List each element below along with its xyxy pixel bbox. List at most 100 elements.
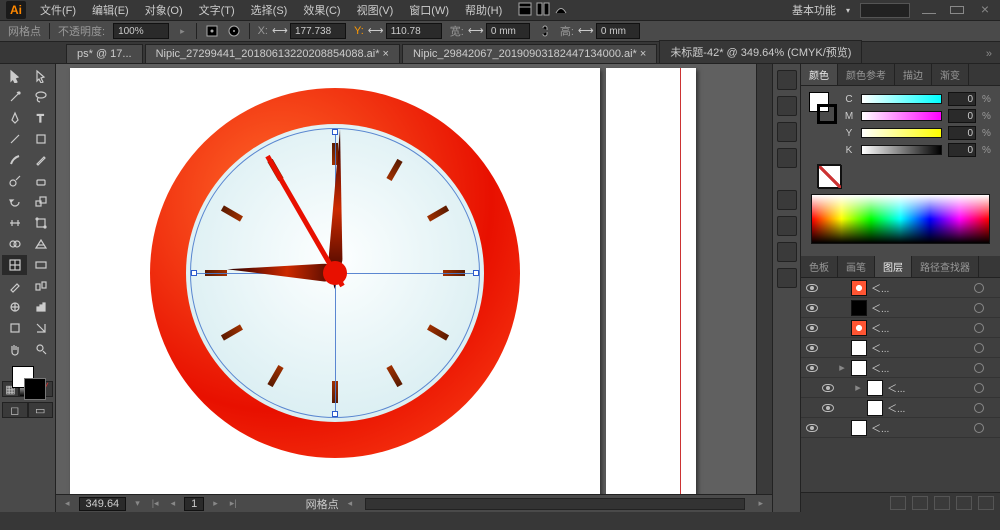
spectrum-picker[interactable] xyxy=(811,194,990,244)
layer-row[interactable]: ＜... xyxy=(801,398,1000,418)
tabs-overflow-icon[interactable]: » xyxy=(978,45,1000,63)
close-button[interactable] xyxy=(976,3,994,17)
menu-help[interactable]: 帮助(H) xyxy=(459,0,508,20)
scrollbar-horizontal[interactable] xyxy=(365,498,745,510)
make-clip-icon[interactable] xyxy=(912,496,928,510)
visibility-icon[interactable] xyxy=(805,361,819,375)
expand-icon[interactable]: ▸ xyxy=(837,361,847,374)
direct-select-tool[interactable] xyxy=(28,66,53,86)
opacity-input[interactable] xyxy=(113,23,169,39)
type-tool[interactable]: T xyxy=(28,108,53,128)
zoom-out-icon[interactable]: ◂ xyxy=(62,498,73,509)
arrange-icon[interactable] xyxy=(530,0,544,14)
h-input[interactable] xyxy=(596,23,640,39)
expand-icon[interactable]: ▸ xyxy=(853,381,863,394)
tab-pathfinder[interactable]: 路径查找器 xyxy=(912,256,979,277)
tab-layers[interactable]: 图层 xyxy=(875,256,912,277)
new-sublayer-icon[interactable] xyxy=(934,496,950,510)
tab-doc-2[interactable]: Nipic_27299441_20180613220208854088.ai* … xyxy=(145,44,400,63)
delete-layer-icon[interactable] xyxy=(978,496,994,510)
menu-effect[interactable]: 效果(C) xyxy=(297,0,346,20)
target-icon[interactable] xyxy=(974,283,984,293)
tab-doc-3[interactable]: Nipic_29842067_20190903182447134000.ai* … xyxy=(402,44,657,63)
visibility-icon[interactable] xyxy=(805,341,819,355)
tab-brushes[interactable]: 画笔 xyxy=(838,256,875,277)
visibility-icon[interactable] xyxy=(805,321,819,335)
first-artboard-icon[interactable]: |◂ xyxy=(149,498,162,509)
link-y-icon[interactable]: ⟷ xyxy=(368,24,382,38)
tab-doc-4[interactable]: 未标题-42* @ 349.64% (CMYK/预览) xyxy=(659,40,862,63)
menu-edit[interactable]: 编辑(E) xyxy=(86,0,135,20)
layer-row[interactable]: ＜... xyxy=(801,298,1000,318)
canvas-area[interactable]: ◂ 349.64 ▾ |◂ ◂ 1 ▸ ▸| 网格点 ◂ ▸ xyxy=(56,64,772,512)
visibility-icon[interactable] xyxy=(805,421,819,435)
layer-row[interactable]: ＜... xyxy=(801,318,1000,338)
target-icon[interactable] xyxy=(974,323,984,333)
width-tool[interactable] xyxy=(2,213,27,233)
link-x-icon[interactable]: ⟷ xyxy=(272,24,286,38)
stroke-swatch[interactable] xyxy=(817,104,837,124)
magic-wand-tool[interactable] xyxy=(2,87,27,107)
tab-colorguide[interactable]: 颜色参考 xyxy=(838,64,895,85)
artboard-input[interactable]: 1 xyxy=(184,497,204,511)
tab-color[interactable]: 颜色 xyxy=(801,64,838,85)
target-icon[interactable] xyxy=(974,303,984,313)
new-layer-icon[interactable] xyxy=(956,496,972,510)
k-slider[interactable] xyxy=(861,145,942,155)
artboard-2[interactable] xyxy=(606,68,696,494)
target-icon[interactable] xyxy=(974,423,984,433)
x-input[interactable] xyxy=(290,23,346,39)
graph-tool[interactable] xyxy=(28,297,53,317)
maximize-button[interactable] xyxy=(948,3,966,17)
layer-row[interactable]: ＜... xyxy=(801,338,1000,358)
tab-doc-1[interactable]: ps* @ 17... xyxy=(66,44,143,63)
dock-icon-2[interactable] xyxy=(777,96,797,116)
rotate-tool[interactable] xyxy=(2,192,27,212)
m-input[interactable] xyxy=(948,109,976,123)
artboard-1[interactable] xyxy=(70,68,600,494)
eraser-tool[interactable] xyxy=(28,171,53,191)
eyedropper-tool[interactable] xyxy=(2,276,27,296)
zoom-tool[interactable] xyxy=(28,339,53,359)
artboard-tool[interactable] xyxy=(2,318,27,338)
tab-swatches[interactable]: 色板 xyxy=(801,256,838,277)
zoom-input[interactable]: 349.64 xyxy=(79,497,127,511)
dock-icon-8[interactable] xyxy=(777,268,797,288)
mesh-tool[interactable] xyxy=(2,255,27,275)
bridge-icon[interactable] xyxy=(548,0,562,14)
layer-row[interactable]: ▸ ＜... xyxy=(801,378,1000,398)
dock-icon-1[interactable] xyxy=(777,70,797,90)
blend-tool[interactable] xyxy=(28,276,53,296)
m-slider[interactable] xyxy=(861,111,942,121)
visibility-icon[interactable] xyxy=(821,401,835,415)
layer-row[interactable]: ＜... xyxy=(801,278,1000,298)
dock-icon-7[interactable] xyxy=(777,242,797,262)
menu-type[interactable]: 文字(T) xyxy=(193,0,241,20)
dock-icon-6[interactable] xyxy=(777,216,797,236)
link-wh-icon[interactable] xyxy=(538,24,552,38)
tab-gradient[interactable]: 渐变 xyxy=(932,64,969,85)
menu-object[interactable]: 对象(O) xyxy=(139,0,189,20)
free-transform-tool[interactable] xyxy=(28,213,53,233)
y-slider[interactable] xyxy=(861,128,942,138)
brush-tool[interactable] xyxy=(2,150,27,170)
dock-icon-5[interactable] xyxy=(777,190,797,210)
y-input[interactable] xyxy=(948,126,976,140)
menu-file[interactable]: 文件(F) xyxy=(34,0,82,20)
target-icon[interactable] xyxy=(974,383,984,393)
c-input[interactable] xyxy=(948,92,976,106)
layout-icon[interactable] xyxy=(512,0,526,14)
dock-icon-3[interactable] xyxy=(777,122,797,142)
menu-select[interactable]: 选择(S) xyxy=(245,0,294,20)
y-input[interactable] xyxy=(386,23,442,39)
c-slider[interactable] xyxy=(861,94,942,104)
symbol-tool[interactable] xyxy=(2,297,27,317)
layer-row[interactable]: ▸ ＜... xyxy=(801,358,1000,378)
menu-view[interactable]: 视图(V) xyxy=(351,0,400,20)
k-input[interactable] xyxy=(948,143,976,157)
visibility-icon[interactable] xyxy=(805,281,819,295)
target-icon[interactable] xyxy=(974,343,984,353)
pen-tool[interactable] xyxy=(2,108,27,128)
selection-tool[interactable] xyxy=(2,66,27,86)
menu-window[interactable]: 窗口(W) xyxy=(403,0,455,20)
